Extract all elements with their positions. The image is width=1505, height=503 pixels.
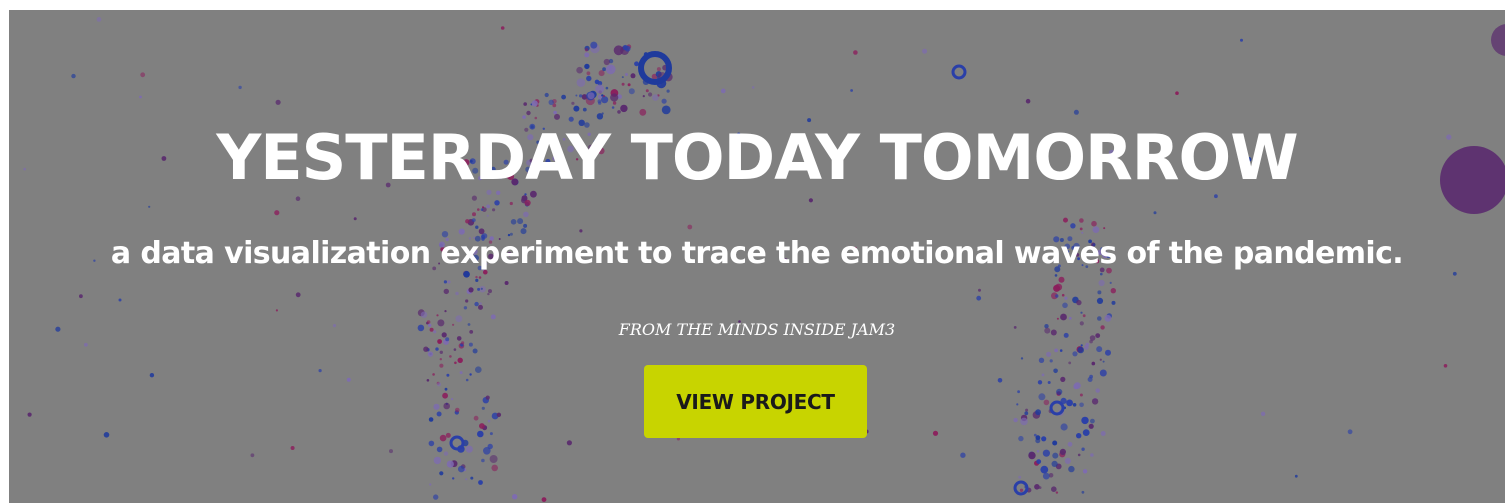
hero-title: YESTERDAY TODAY TOMORROW [216, 121, 1298, 194]
page: YESTERDAY TODAY TOMORROW a data visualiz… [0, 0, 1505, 503]
hero-content: YESTERDAY TODAY TOMORROW a data visualiz… [9, 10, 1505, 503]
hero-banner[interactable]: YESTERDAY TODAY TOMORROW a data visualiz… [9, 10, 1505, 503]
view-project-button[interactable]: VIEW PROJECT [644, 365, 867, 438]
hero-subtitle: a data visualization experiment to trace… [110, 236, 1404, 271]
hero-credit: FROM THE MINDS INSIDE JAM3 [618, 320, 896, 339]
